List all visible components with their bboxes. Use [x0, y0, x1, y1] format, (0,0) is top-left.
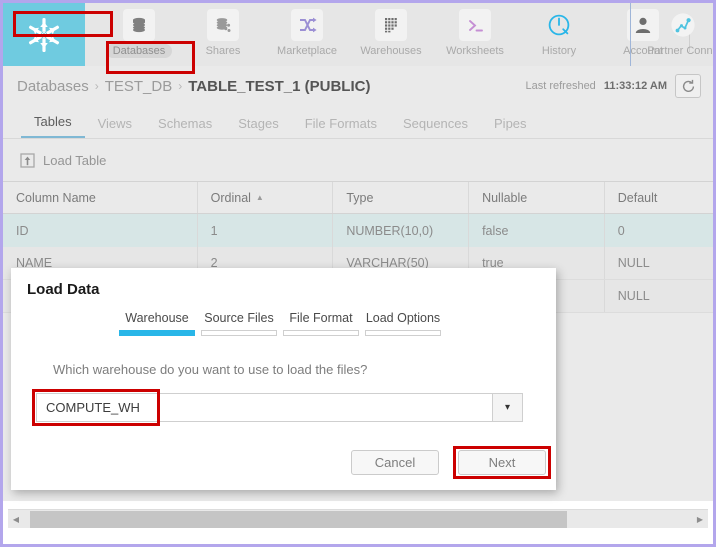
scrollbar-track[interactable]	[24, 510, 692, 529]
upload-box-icon	[20, 152, 35, 168]
dialog-tab-file-format-label: File Format	[289, 311, 353, 325]
load-table-button[interactable]: Load Table	[19, 152, 106, 169]
caret-left-icon[interactable]: ◀	[8, 510, 24, 529]
warehouse-select-value: COMPUTE_WH	[46, 400, 140, 415]
nav-item-shares[interactable]: Shares	[181, 3, 265, 58]
tab-sequences[interactable]: Sequences	[390, 116, 481, 138]
warehouse-question-text: Which warehouse do you want to use to lo…	[53, 362, 368, 377]
header-ordinal[interactable]: Ordinal ▲	[198, 182, 334, 213]
last-refreshed-label: Last refreshed	[525, 80, 596, 92]
cancel-button[interactable]: Cancel	[351, 450, 439, 475]
nav-label-marketplace: Marketplace	[277, 45, 337, 57]
table-toolbar: Load Table	[3, 139, 713, 181]
tab-tables[interactable]: Tables	[21, 114, 85, 138]
nav-vertical-divider	[630, 3, 631, 66]
horizontal-scrollbar[interactable]: ◀ ▶	[8, 509, 708, 528]
breadcrumb-bar: Databases › TEST_DB › TABLE_TEST_1 (PUBL…	[3, 66, 713, 106]
sort-ascending-icon: ▲	[255, 193, 264, 202]
header-type[interactable]: Type	[333, 182, 470, 213]
dialog-tab-source-files-progress	[201, 330, 277, 336]
cell-default: NULL	[617, 289, 650, 303]
refresh-group: Last refreshed 11:33:12 AM	[525, 74, 701, 98]
dialog-tab-warehouse-label: Warehouse	[125, 311, 189, 325]
breadcrumb-database[interactable]: TEST_DB	[105, 78, 173, 95]
nav-label-partner-connect: Partner Conne	[647, 45, 716, 57]
nav-label-worksheets: Worksheets	[446, 45, 504, 57]
table-row[interactable]: ID 1 NUMBER(10,0) false 0	[3, 214, 713, 247]
warehouse-select[interactable]: COMPUTE_WH ▾	[36, 393, 523, 422]
database-stack-icon	[123, 9, 155, 41]
cell-nullable: false	[469, 214, 605, 247]
dialog-tab-load-options-progress	[365, 330, 441, 336]
nav-right-group: Partner Conne	[637, 3, 716, 58]
breadcrumb-root[interactable]: Databases	[17, 78, 89, 95]
nav-item-warehouses[interactable]: Warehouses	[349, 3, 433, 58]
tab-schemas[interactable]: Schemas	[145, 116, 225, 138]
nav-item-partner-connect[interactable]: Partner Conne	[637, 3, 716, 58]
marketplace-shuffle-icon	[291, 9, 323, 41]
refresh-button[interactable]	[675, 74, 701, 98]
dialog-step-tabs: Warehouse Source Files File Format Load …	[116, 311, 444, 336]
next-button[interactable]: Next	[458, 450, 546, 475]
snowflake-web-ui: Databases Shares Marketplace Warehouses …	[0, 0, 716, 547]
dialog-tab-warehouse-progress	[119, 330, 195, 336]
breadcrumb-table: TABLE_TEST_1 (PUBLIC)	[188, 77, 371, 95]
nav-label-databases: Databases	[105, 44, 173, 58]
warehouses-grid-icon	[375, 9, 407, 41]
last-refreshed-time: 11:33:12 AM	[603, 80, 667, 92]
cell-type: NUMBER(10,0)	[333, 214, 470, 247]
dialog-tab-warehouse[interactable]: Warehouse	[116, 311, 198, 336]
nav-items: Databases Shares Marketplace Warehouses …	[85, 3, 713, 66]
breadcrumb-separator: ›	[94, 79, 99, 93]
header-nullable[interactable]: Nullable	[469, 182, 605, 213]
tab-file-formats[interactable]: File Formats	[292, 116, 390, 138]
top-navigation-bar: Databases Shares Marketplace Warehouses …	[3, 3, 713, 66]
header-column-name[interactable]: Column Name	[3, 182, 198, 213]
tab-views[interactable]: Views	[85, 116, 145, 138]
cell-default: 0	[617, 223, 625, 238]
header-ordinal-label: Ordinal	[210, 190, 251, 205]
tab-pipes[interactable]: Pipes	[481, 116, 540, 138]
chevron-down-icon[interactable]: ▾	[492, 394, 522, 421]
dialog-tab-load-options[interactable]: Load Options	[362, 311, 444, 336]
snowflake-logo-icon	[28, 17, 60, 52]
cell-default: NULL	[617, 256, 650, 270]
history-refresh-icon	[543, 9, 575, 41]
dialog-tab-load-options-label: Load Options	[365, 311, 441, 325]
nav-label-warehouses: Warehouses	[360, 45, 422, 57]
partner-connect-icon	[667, 9, 699, 41]
dialog-tab-source-files[interactable]: Source Files	[198, 311, 280, 336]
dialog-tab-source-files-label: Source Files	[204, 311, 274, 325]
dialog-tab-file-format[interactable]: File Format	[280, 311, 362, 336]
breadcrumb-separator: ›	[178, 79, 183, 93]
snowflake-logo[interactable]	[3, 3, 85, 66]
nav-item-marketplace[interactable]: Marketplace	[265, 3, 349, 58]
cell-column-name: ID	[3, 214, 198, 247]
cell-ordinal: 1	[198, 214, 334, 247]
bottom-strip	[3, 529, 713, 544]
dialog-tab-file-format-progress	[283, 330, 359, 336]
table-header-row: Column Name Ordinal ▲ Type Nullable Defa…	[3, 181, 713, 214]
nav-item-history[interactable]: History	[517, 3, 601, 58]
scrollbar-thumb[interactable]	[30, 510, 567, 528]
nav-item-databases[interactable]: Databases	[97, 3, 181, 58]
dialog-title: Load Data	[27, 281, 100, 298]
nav-label-shares: Shares	[205, 45, 241, 57]
caret-right-icon[interactable]: ▶	[692, 510, 708, 529]
refresh-icon	[682, 79, 694, 92]
worksheets-terminal-icon	[459, 9, 491, 41]
load-table-label: Load Table	[43, 152, 107, 168]
header-default[interactable]: Default	[605, 182, 713, 213]
nav-item-worksheets[interactable]: Worksheets	[433, 3, 517, 58]
shares-icon	[207, 9, 239, 41]
tab-stages[interactable]: Stages	[225, 116, 291, 138]
nav-label-history: History	[541, 45, 577, 57]
entity-tabs: Tables Views Schemas Stages File Formats…	[3, 106, 713, 139]
